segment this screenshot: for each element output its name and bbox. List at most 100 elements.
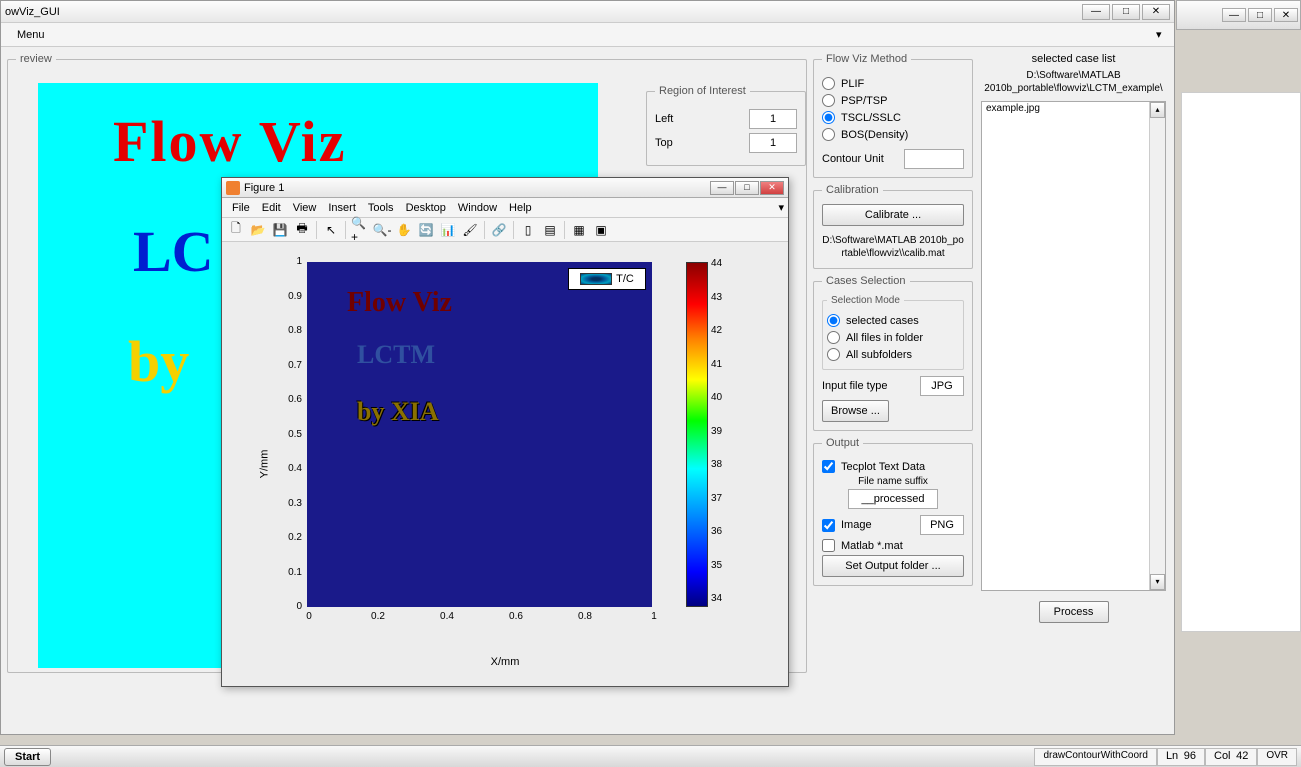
figure-title: Figure 1: [244, 182, 709, 194]
bg-close-icon[interactable]: ✕: [1274, 8, 1298, 22]
calibrate-button[interactable]: Calibrate ...: [822, 204, 964, 226]
colorbar-icon[interactable]: ▯: [518, 220, 538, 240]
close-button[interactable]: ✕: [1142, 4, 1170, 20]
browse-button[interactable]: Browse ...: [822, 400, 889, 422]
zoom-out-icon[interactable]: 🔍-: [372, 220, 392, 240]
open-file-icon[interactable]: 📂: [248, 220, 268, 240]
maximize-button[interactable]: □: [1112, 4, 1140, 20]
x-tick: 0.4: [435, 611, 459, 622]
radio-bos[interactable]: BOS(Density): [822, 128, 964, 141]
legend-box[interactable]: T/C: [568, 268, 646, 290]
minimize-button[interactable]: —: [1082, 4, 1110, 20]
radio-all-files[interactable]: All files in folder: [827, 331, 959, 344]
contour-unit-input[interactable]: [904, 149, 964, 169]
y-tick: 0.6: [282, 394, 302, 405]
check-tecplot[interactable]: Tecplot Text Data: [822, 460, 964, 473]
radio-plif[interactable]: PLIF: [822, 77, 964, 90]
colorbar-tick: 35: [711, 560, 731, 571]
cases-legend: Cases Selection: [822, 275, 910, 287]
fig-minimize-button[interactable]: —: [710, 181, 734, 195]
suffix-input[interactable]: [848, 489, 938, 509]
fig-maximize-button[interactable]: □: [735, 181, 759, 195]
colorbar-tick: 41: [711, 359, 731, 370]
pointer-icon[interactable]: ↖: [321, 220, 341, 240]
cases-selection-group: Cases Selection Selection Mode selected …: [813, 275, 973, 431]
brush-icon[interactable]: 🖌: [460, 220, 480, 240]
process-button[interactable]: Process: [1039, 601, 1109, 623]
fig-menu-desktop[interactable]: Desktop: [400, 200, 452, 216]
calib-path-text: D:\Software\MATLAB 2010b_portable\flowvi…: [822, 234, 964, 260]
radio-all-subfolders[interactable]: All subfolders: [827, 348, 959, 361]
print-icon[interactable]: 🖶: [292, 220, 312, 240]
fig-menu-view[interactable]: View: [287, 200, 323, 216]
status-function: drawContourWithCoord: [1034, 748, 1157, 766]
legend-swatch-icon: [580, 273, 612, 285]
colorbar-tick: 39: [711, 426, 731, 437]
axes-text-1: Flow Viz: [347, 287, 452, 319]
x-tick: 0.6: [504, 611, 528, 622]
pan-icon[interactable]: ✋: [394, 220, 414, 240]
background-window-controls: — □ ✕: [1176, 0, 1301, 30]
flowviz-method-group: Flow Viz Method PLIF PSP/TSP TSCL/SSLC B…: [813, 53, 973, 178]
new-file-icon[interactable]: 🗋: [226, 220, 246, 240]
listbox-scrollbar[interactable]: ▴ ▾: [1149, 102, 1165, 590]
window-title: owViz_GUI: [5, 6, 1082, 18]
menubar-dropdown-icon[interactable]: ▾: [1156, 28, 1166, 41]
start-button[interactable]: Start: [4, 748, 51, 766]
fig-menu-window[interactable]: Window: [452, 200, 503, 216]
start-label: Start: [15, 751, 40, 763]
rotate-icon[interactable]: 🔄: [416, 220, 436, 240]
status-ovr: OVR: [1257, 748, 1297, 766]
figure-menubar: File Edit View Insert Tools Desktop Wind…: [222, 198, 788, 218]
roi-top-input[interactable]: [749, 133, 797, 153]
set-output-folder-button[interactable]: Set Output folder ...: [822, 555, 964, 577]
y-tick: 0.3: [282, 498, 302, 509]
fig-menu-help[interactable]: Help: [503, 200, 538, 216]
bg-max-icon[interactable]: □: [1248, 8, 1272, 22]
check-image[interactable]: Image: [822, 519, 872, 532]
selection-mode-group: Selection Mode selected cases All files …: [822, 295, 964, 370]
fig-menu-file[interactable]: File: [226, 200, 256, 216]
calib-legend: Calibration: [822, 184, 883, 196]
menu-menu[interactable]: Menu: [9, 27, 53, 43]
output-legend: Output: [822, 437, 863, 449]
image-format-input[interactable]: [920, 515, 964, 535]
fig-menu-insert[interactable]: Insert: [322, 200, 362, 216]
save-icon[interactable]: 💾: [270, 220, 290, 240]
colorbar-tick: 38: [711, 459, 731, 470]
case-listbox[interactable]: example.jpg ▴ ▾: [981, 101, 1166, 591]
axes-text-3: by XIA: [357, 397, 439, 427]
hide-plot-icon[interactable]: ▦: [569, 220, 589, 240]
radio-selected-cases[interactable]: selected cases: [827, 314, 959, 327]
link-icon[interactable]: 🔗: [489, 220, 509, 240]
fig-menu-tools[interactable]: Tools: [362, 200, 400, 216]
radio-tscl[interactable]: TSCL/SSLC: [822, 111, 964, 124]
figure-window: Figure 1 — □ ✕ File Edit View Insert Too…: [221, 177, 789, 687]
data-cursor-icon[interactable]: 📊: [438, 220, 458, 240]
scroll-up-icon[interactable]: ▴: [1150, 102, 1165, 118]
y-tick: 0.5: [282, 429, 302, 440]
radio-psp[interactable]: PSP/TSP: [822, 94, 964, 107]
zoom-in-icon[interactable]: 🔍+: [350, 220, 370, 240]
suffix-label: File name suffix: [822, 476, 964, 487]
check-matlab[interactable]: Matlab *.mat: [822, 539, 964, 552]
fig-close-button[interactable]: ✕: [760, 181, 784, 195]
show-plot-icon[interactable]: ▣: [591, 220, 611, 240]
input-filetype-field[interactable]: [920, 376, 964, 396]
preview-text-line2: LC: [133, 218, 214, 285]
scroll-down-icon[interactable]: ▾: [1150, 574, 1165, 590]
contour-unit-label: Contour Unit: [822, 153, 884, 165]
fig-menu-edit[interactable]: Edit: [256, 200, 287, 216]
roi-group: Region of Interest Left Top: [646, 85, 806, 166]
list-item[interactable]: example.jpg: [982, 102, 1165, 115]
legend-icon[interactable]: ▤: [540, 220, 560, 240]
roi-left-input[interactable]: [749, 109, 797, 129]
x-tick: 1: [642, 611, 666, 622]
axes-text-2: LCTM: [357, 340, 435, 370]
figure-titlebar[interactable]: Figure 1 — □ ✕: [222, 178, 788, 198]
bg-min-icon[interactable]: —: [1222, 8, 1246, 22]
fig-dock-icon[interactable]: ▾: [778, 201, 784, 214]
background-panel: [1181, 92, 1301, 632]
colorbar-tick: 44: [711, 258, 731, 269]
case-list-path: D:\Software\MATLAB 2010b_portable\flowvi…: [981, 69, 1166, 95]
